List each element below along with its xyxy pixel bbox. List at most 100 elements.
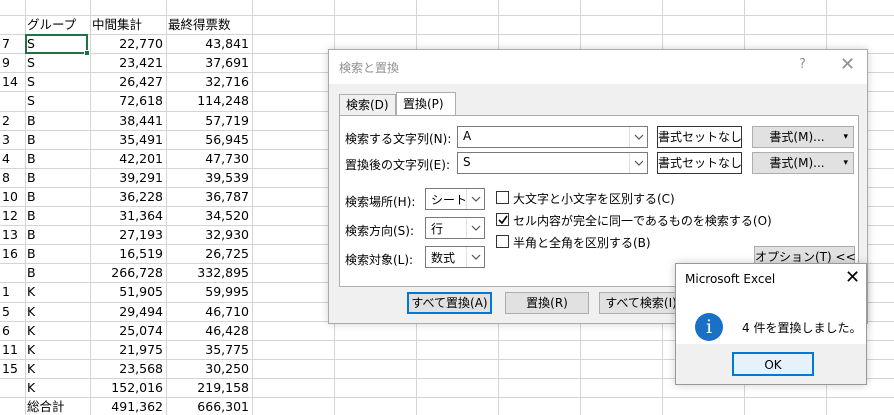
look-in-select[interactable]: 数式 xyxy=(425,246,485,268)
number-cell[interactable]: 8 xyxy=(0,168,25,187)
number-cell[interactable]: 3 xyxy=(0,130,25,149)
group-cell[interactable]: B xyxy=(25,225,90,244)
match-case-label[interactable]: 大文字と小文字を区別する(C) xyxy=(513,190,675,207)
subtotal-cell[interactable]: 27,193 xyxy=(90,225,166,244)
final-votes-cell[interactable]: 32,716 xyxy=(166,72,252,91)
subtotal-cell[interactable]: 31,364 xyxy=(90,206,166,225)
final-votes-cell[interactable]: 39,539 xyxy=(166,168,252,187)
group-cell[interactable]: K xyxy=(25,282,90,301)
subtotal-cell[interactable]: 29,494 xyxy=(90,302,166,321)
group-cell[interactable]: B xyxy=(25,149,90,168)
subtotal-cell[interactable]: 23,568 xyxy=(90,359,166,378)
final-votes-cell[interactable]: 36,787 xyxy=(166,187,252,206)
help-button[interactable]: ? xyxy=(799,57,806,72)
group-cell[interactable]: B xyxy=(25,168,90,187)
ok-button[interactable]: OK xyxy=(732,352,814,376)
match-case-checkbox[interactable] xyxy=(496,191,509,204)
group-cell[interactable]: B xyxy=(25,187,90,206)
final-votes-cell[interactable]: 26,725 xyxy=(166,244,252,263)
subtotal-cell[interactable]: 42,201 xyxy=(90,149,166,168)
number-cell[interactable]: 5 xyxy=(0,302,25,321)
find-all-button[interactable]: すべて検索(I) xyxy=(599,292,683,314)
fill-handle[interactable] xyxy=(84,50,90,56)
final-votes-cell[interactable]: 32,930 xyxy=(166,225,252,244)
group-cell[interactable]: S xyxy=(25,91,90,110)
number-cell[interactable]: 11 xyxy=(0,340,25,359)
group-cell[interactable]: K xyxy=(25,378,90,397)
group-cell[interactable]: K xyxy=(25,321,90,340)
number-cell[interactable]: 13 xyxy=(0,225,25,244)
final-votes-cell[interactable]: 37,691 xyxy=(166,53,252,72)
group-cell[interactable]: 総合計 xyxy=(25,397,90,415)
find-what-combo[interactable]: A xyxy=(457,126,648,148)
subtotal-cell[interactable]: 25,074 xyxy=(90,321,166,340)
number-cell[interactable] xyxy=(0,263,25,282)
tab-replace[interactable]: 置換(P) xyxy=(396,92,456,116)
subtotal-cell[interactable]: 36,228 xyxy=(90,187,166,206)
subtotal-cell[interactable]: 26,427 xyxy=(90,72,166,91)
number-cell[interactable]: 9 xyxy=(0,53,25,72)
header-cell[interactable]: 最終得票数 xyxy=(166,15,252,34)
subtotal-cell[interactable]: 266,728 xyxy=(90,263,166,282)
number-cell[interactable]: 6 xyxy=(0,321,25,340)
group-cell[interactable]: K xyxy=(25,302,90,321)
number-cell[interactable]: 10 xyxy=(0,187,25,206)
find-no-format-button[interactable]: 書式セットなし xyxy=(657,126,742,148)
header-cell[interactable]: 中間集計 xyxy=(90,15,166,34)
group-cell[interactable]: B xyxy=(25,263,90,282)
subtotal-cell[interactable]: 16,519 xyxy=(90,244,166,263)
match-entire-cell-label[interactable]: セル内容が完全に同一であるものを検索する(O) xyxy=(513,212,772,229)
final-votes-cell[interactable]: 59,995 xyxy=(166,282,252,301)
number-cell[interactable]: 14 xyxy=(0,72,25,91)
subtotal-cell[interactable]: 51,905 xyxy=(90,282,166,301)
final-votes-cell[interactable]: 666,301 xyxy=(166,397,252,415)
subtotal-cell[interactable]: 491,362 xyxy=(90,397,166,415)
group-cell[interactable]: S xyxy=(25,72,90,91)
subtotal-cell[interactable]: 152,016 xyxy=(90,378,166,397)
group-cell[interactable]: S xyxy=(25,53,90,72)
final-votes-cell[interactable]: 219,158 xyxy=(166,378,252,397)
final-votes-cell[interactable]: 114,248 xyxy=(166,91,252,110)
final-votes-cell[interactable]: 46,428 xyxy=(166,321,252,340)
final-votes-cell[interactable]: 34,520 xyxy=(166,206,252,225)
chevron-down-icon[interactable] xyxy=(629,153,647,173)
group-cell[interactable]: B xyxy=(25,206,90,225)
active-cell-selection[interactable] xyxy=(25,34,88,54)
subtotal-cell[interactable]: 38,441 xyxy=(90,111,166,130)
final-votes-cell[interactable]: 30,250 xyxy=(166,359,252,378)
number-cell[interactable] xyxy=(0,91,25,110)
group-cell[interactable]: B xyxy=(25,130,90,149)
subtotal-cell[interactable]: 21,975 xyxy=(90,340,166,359)
replace-button[interactable]: 置換(R) xyxy=(505,292,589,314)
header-cell[interactable]: グループ xyxy=(25,15,90,34)
final-votes-cell[interactable]: 57,719 xyxy=(166,111,252,130)
subtotal-cell[interactable]: 72,618 xyxy=(90,91,166,110)
find-format-button[interactable]: 書式(M)... ▾ xyxy=(752,126,854,148)
subtotal-cell[interactable]: 35,491 xyxy=(90,130,166,149)
dialog-titlebar[interactable]: 検索と置換 ? ✕ xyxy=(329,50,867,84)
chevron-down-icon[interactable] xyxy=(466,247,484,267)
number-cell[interactable]: 7 xyxy=(0,34,25,53)
group-cell[interactable]: K xyxy=(25,359,90,378)
match-entire-cell-checkbox[interactable] xyxy=(496,213,509,226)
final-votes-cell[interactable]: 332,895 xyxy=(166,263,252,282)
number-cell[interactable] xyxy=(0,397,25,415)
final-votes-cell[interactable]: 35,775 xyxy=(166,340,252,359)
dialog-close-button[interactable]: ✕ xyxy=(840,54,855,75)
group-cell[interactable]: K xyxy=(25,340,90,359)
replace-all-button[interactable]: すべて置換(A) xyxy=(407,292,492,314)
group-cell[interactable]: B xyxy=(25,111,90,130)
match-width-label[interactable]: 半角と全角を区別する(B) xyxy=(513,234,651,251)
number-cell[interactable]: 1 xyxy=(0,282,25,301)
replace-no-format-button[interactable]: 書式セットなし xyxy=(657,152,742,174)
final-votes-cell[interactable]: 47,730 xyxy=(166,149,252,168)
tab-find[interactable]: 検索(D) xyxy=(339,94,396,116)
subtotal-cell[interactable]: 39,291 xyxy=(90,168,166,187)
number-cell[interactable]: 15 xyxy=(0,359,25,378)
message-box-close-button[interactable]: ✕ xyxy=(845,267,860,288)
number-cell[interactable]: 16 xyxy=(0,244,25,263)
number-cell[interactable]: 12 xyxy=(0,206,25,225)
replace-with-combo[interactable]: S xyxy=(457,152,648,174)
final-votes-cell[interactable]: 56,945 xyxy=(166,130,252,149)
message-box-titlebar[interactable]: Microsoft Excel ✕ xyxy=(676,264,866,294)
